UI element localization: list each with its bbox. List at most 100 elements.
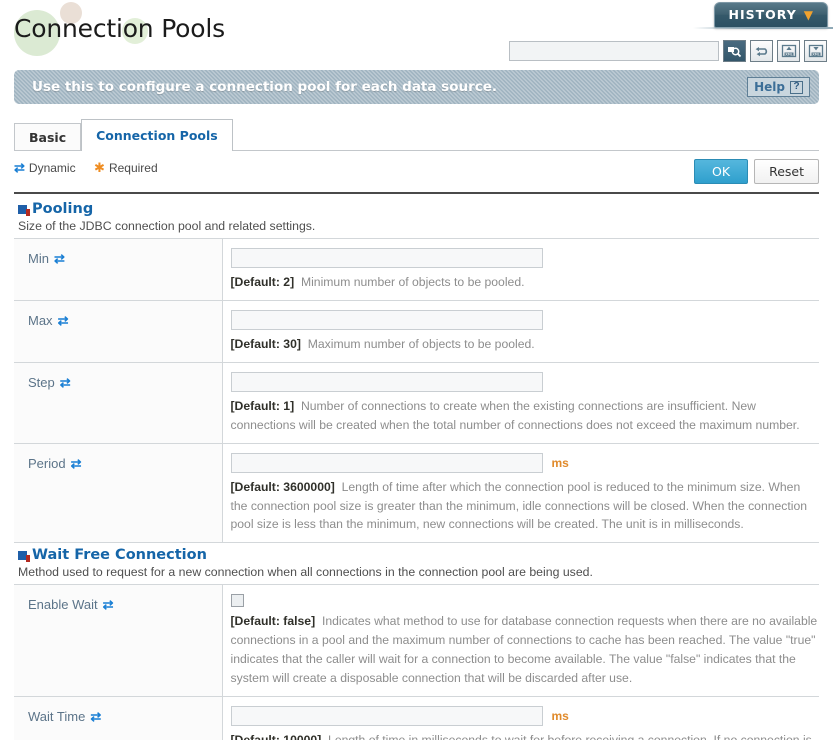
settings-row-label-cell: Max ⇄ — [14, 299, 223, 363]
xml-export-icon-button[interactable]: XML — [804, 40, 827, 62]
settings-row-label: Period ⇄ — [28, 456, 81, 471]
page-title: Connection Pools — [14, 14, 225, 43]
settings-row-field-cell: ms [Default: 10000] Length of time in mil… — [222, 695, 820, 740]
settings-row: Period ⇄ ms [Default: 3600000] Length of ti… — [14, 442, 820, 544]
section-marker-icon — [18, 550, 30, 562]
settings-row-label-text: Period — [28, 455, 66, 471]
settings-row: Max ⇄ [Default: 30] Maximum number of obje… — [14, 299, 820, 363]
dynamic-refresh-icon: ⇄ — [14, 160, 25, 175]
settings-row-description: [Default: 1] Number of connections to cr… — [231, 397, 820, 435]
settings-row-description: [Default: 10000] Length of time in milli… — [231, 731, 820, 740]
settings-checkbox[interactable] — [230, 594, 244, 608]
settings-row: Enable Wait ⇄ [Default: false] Indicates w… — [14, 584, 820, 697]
help-button-label: Help — [754, 80, 785, 94]
settings-row-field-cell: [Default: false] Indicates what method t… — [222, 584, 820, 697]
required-asterisk-icon: ✱ — [94, 160, 105, 175]
settings-row-field-cell: [Default: 1] Number of connections to cr… — [222, 361, 820, 444]
instruction-banner-text: Use this to configure a connection pool … — [32, 79, 498, 95]
settings-text-input[interactable] — [230, 248, 543, 268]
settings-text-input[interactable] — [230, 452, 543, 473]
swap-icon — [755, 46, 767, 56]
settings-text-input[interactable] — [230, 371, 543, 392]
settings-row: Wait Time ⇄ ms [Default: 10000] Length of t… — [14, 695, 820, 740]
swap-icon-button[interactable] — [750, 40, 773, 62]
page-header: Connection Pools HISTORY ▼ XML XML — [0, 0, 833, 62]
settings-row-field-cell: [Default: 2] Minimum number of objects t… — [222, 238, 820, 301]
question-mark-icon: ? — [790, 80, 803, 94]
xml-import-icon-button[interactable]: XML — [777, 40, 800, 62]
search-icon-button[interactable] — [723, 40, 746, 62]
settings-table: Min ⇄ [Default: 2] Minimum number of objec… — [14, 238, 820, 544]
dynamic-refresh-icon: ⇄ — [102, 597, 114, 613]
history-button-label: HISTORY — [728, 7, 797, 22]
field-line — [230, 594, 820, 608]
settings-section: Pooling Size of the JDBC connection pool … — [14, 197, 820, 544]
xml-import-icon: XML — [781, 44, 796, 58]
settings-text-input[interactable] — [230, 705, 543, 726]
settings-row-label: Enable Wait ⇄ — [28, 597, 114, 612]
tab-bar: Basic Connection Pools — [14, 118, 233, 151]
xml-export-icon: XML — [808, 44, 823, 58]
field-line: ms — [230, 452, 820, 473]
settings-row-description: [Default: 2] Minimum number of objects t… — [231, 273, 820, 292]
dynamic-refresh-icon: ⇄ — [57, 312, 69, 328]
tab-connection-pools[interactable]: Connection Pools — [81, 119, 233, 151]
settings-text-input[interactable] — [230, 309, 543, 330]
legend-dynamic-label: Dynamic — [28, 160, 76, 175]
default-value-label: [Default: false] — [230, 614, 316, 629]
description-text: Indicates what method to use for databas… — [230, 614, 818, 686]
section-title: Wait Free Connection — [14, 543, 819, 564]
settings-content: Pooling Size of the JDBC connection pool … — [14, 197, 819, 740]
search-input[interactable] — [509, 41, 719, 61]
history-button[interactable]: HISTORY ▼ — [713, 2, 828, 28]
settings-row-label-text: Step — [28, 374, 55, 390]
field-line — [230, 309, 820, 330]
settings-row-description: [Default: 3600000] Length of time after … — [231, 478, 820, 535]
settings-row-label-text: Wait Time — [28, 708, 86, 724]
settings-row-description: [Default: 30] Maximum number of objects … — [231, 335, 820, 354]
section-title-text: Pooling — [32, 201, 94, 217]
section-title: Pooling — [14, 197, 819, 218]
settings-row: Step ⇄ [Default: 1] Number of connections … — [14, 361, 820, 444]
unit-label: ms — [551, 708, 569, 723]
settings-row-label-text: Min — [28, 251, 49, 266]
help-button[interactable]: Help ? — [747, 77, 810, 97]
section-subtitle: Method used to request for a new connect… — [18, 565, 593, 580]
settings-section: Wait Free Connection Method used to reque… — [14, 543, 819, 740]
reset-button[interactable]: Reset — [754, 159, 819, 184]
settings-row-label: Max ⇄ — [28, 313, 68, 328]
settings-row-label: Step ⇄ — [28, 375, 71, 390]
description-text: Number of connections to create when the… — [230, 398, 800, 432]
field-line — [230, 371, 820, 392]
instruction-banner: Use this to configure a connection pool … — [14, 70, 819, 104]
dynamic-refresh-icon: ⇄ — [70, 455, 82, 471]
legend-required: ✱ Required — [94, 161, 158, 175]
ok-button[interactable]: OK — [694, 159, 749, 184]
settings-row-field-cell: [Default: 30] Maximum number of objects … — [222, 299, 820, 363]
default-value-label: [Default: 1] — [230, 398, 295, 413]
default-value-label: [Default: 30] — [230, 336, 301, 351]
search-toolbar: XML XML — [509, 40, 827, 62]
settings-row-description: [Default: false] Indicates what method t… — [231, 612, 820, 688]
history-underline — [693, 27, 833, 29]
description-text: Maximum number of objects to be pooled. — [307, 336, 535, 351]
settings-row-label-cell: Enable Wait ⇄ — [14, 584, 223, 697]
default-value-label: [Default: 2] — [230, 275, 295, 289]
chevron-down-icon: ▼ — [803, 7, 814, 22]
svg-text:XML: XML — [812, 53, 820, 57]
settings-row-label-cell: Min ⇄ — [14, 238, 223, 301]
search-icon — [728, 46, 742, 57]
dynamic-refresh-icon: ⇄ — [59, 374, 71, 390]
unit-label: ms — [551, 455, 569, 470]
settings-row-field-cell: ms [Default: 3600000] Length of time afte… — [222, 442, 820, 544]
dynamic-refresh-icon: ⇄ — [53, 251, 65, 266]
section-marker-icon — [18, 204, 30, 216]
content-top-rule — [14, 192, 819, 194]
default-value-label: [Default: 3600000] — [230, 479, 335, 494]
form-actions: OK Reset — [694, 159, 819, 184]
tab-basic[interactable]: Basic — [14, 123, 82, 151]
field-line: ms — [230, 705, 820, 726]
section-title-text: Wait Free Connection — [32, 547, 207, 564]
settings-row-label-cell: Period ⇄ — [14, 442, 223, 544]
settings-row-label: Min ⇄ — [28, 251, 65, 266]
